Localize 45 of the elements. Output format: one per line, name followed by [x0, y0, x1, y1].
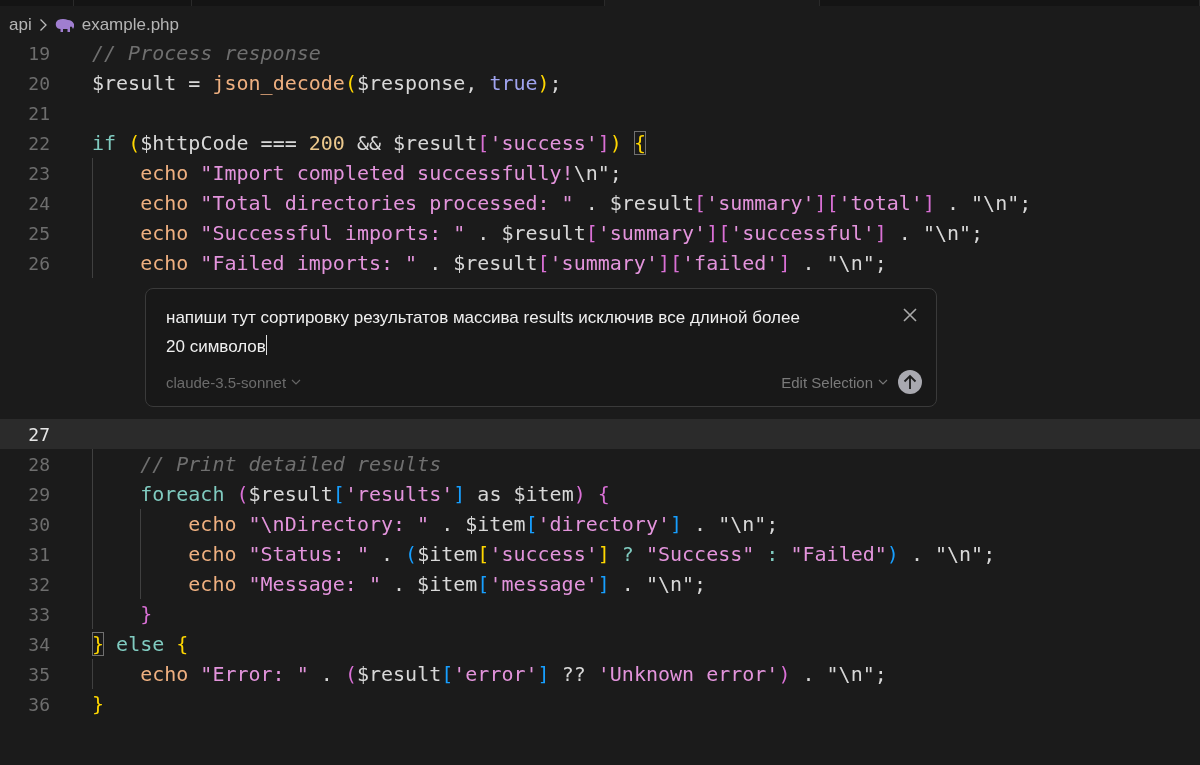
- chevron-down-icon: [878, 379, 888, 385]
- code-line: // Print detailed results: [139, 451, 442, 477]
- line-number: 33: [27, 603, 50, 625]
- line-number: 22: [27, 132, 50, 154]
- elephant-icon: [54, 17, 75, 33]
- line-number: 34: [27, 633, 50, 655]
- mode-dropdown[interactable]: Edit Selection: [781, 373, 888, 391]
- prompt-input[interactable]: напиши тут сортировку результатов массива results исключив все длиной более 20 символов: [166, 303, 821, 361]
- line-number: 28: [27, 453, 50, 475]
- breadcrumb-file[interactable]: example.php: [81, 15, 180, 35]
- code-line: echo "Status: " . ($item['success'] ? "Success" : "Failed") . "\n";: [187, 541, 996, 567]
- chevron-down-icon: [291, 379, 302, 385]
- line-number: 27: [27, 423, 50, 445]
- line-number: 19: [27, 42, 50, 64]
- chevron-right-icon: [38, 18, 48, 32]
- line-number: 32: [27, 573, 50, 595]
- close-icon: [902, 307, 918, 323]
- line-number: 26: [27, 252, 50, 274]
- code-line: if ($httpCode === 200 && $result['success']) {: [92, 130, 646, 156]
- code-line: foreach ($result['results'] as $item) {: [139, 481, 610, 507]
- code-line: }: [139, 601, 153, 627]
- line-number: 36: [27, 693, 50, 715]
- submit-button[interactable]: [898, 370, 922, 394]
- code-line: echo "Successful imports: " . $result['summary']['successful'] . "\n";: [139, 220, 984, 246]
- line-number: 25: [27, 222, 50, 244]
- breadcrumb-folder[interactable]: api: [9, 15, 32, 35]
- code-line: echo "Total directories processed: " . $result['summary']['total'] . "\n";: [139, 190, 1032, 216]
- code-line: $result = json_decode($response, true);: [92, 70, 562, 96]
- code-line: echo "Error: " . ($result['error'] ?? 'Unknown error') . "\n";: [139, 661, 887, 687]
- line-number: 30: [27, 513, 50, 535]
- code-line: }: [92, 691, 105, 717]
- code-line: echo "Failed imports: " . $result['summary']['failed'] . "\n";: [139, 250, 887, 276]
- line-number: 23: [27, 162, 50, 184]
- code-line: echo "\nDirectory: " . $item['directory'] . "\n";: [187, 511, 779, 537]
- code-line: } else {: [92, 631, 189, 657]
- code-line: echo "Message: " . $item['message'] . "\n";: [187, 571, 707, 597]
- line-number: 29: [27, 483, 50, 505]
- arrow-up-icon: [903, 374, 917, 390]
- code-line: echo "Import completed successfully!\n";: [139, 160, 622, 186]
- line-number: 31: [27, 543, 50, 565]
- line-number: 35: [27, 663, 50, 685]
- line-number: 20: [27, 72, 50, 94]
- code-line: // Process response: [92, 40, 321, 66]
- line-number: 24: [27, 192, 50, 214]
- line-number: 21: [27, 102, 50, 124]
